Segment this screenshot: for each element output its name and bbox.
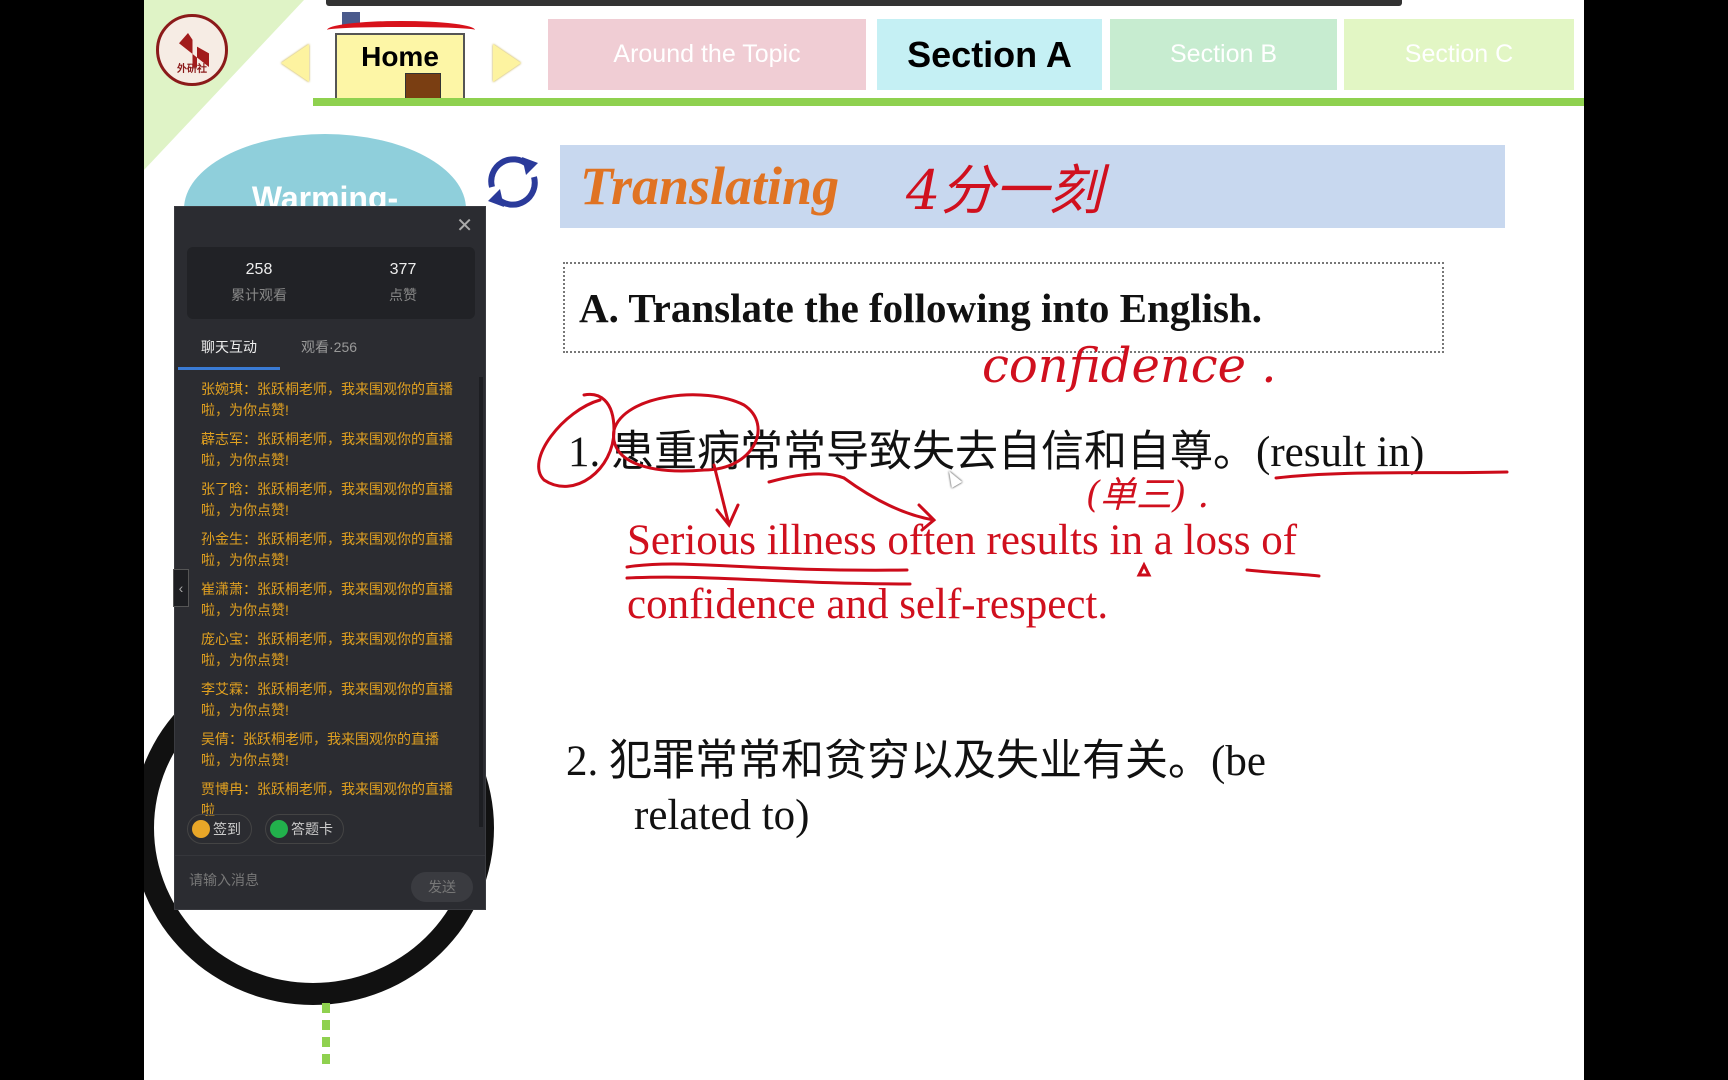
scrollbar[interactable] (479, 377, 483, 827)
stat-total-views: 258 累计观看 (187, 247, 331, 319)
tab-around-the-topic[interactable]: Around the Topic (548, 19, 866, 90)
home-button[interactable]: Home (325, 11, 475, 99)
stat-label: 点赞 (389, 287, 417, 303)
home-label: Home (361, 41, 439, 72)
dashed-line (322, 1003, 330, 1065)
item-1-hint: (result in) (1256, 429, 1425, 476)
nav-underline (313, 98, 1584, 106)
live-chat-panel: ✕ 258 累计观看 377 点赞 聊天互动 观看·256 张婉琪：张跃桐老师，我来… (173, 206, 486, 911)
message-input[interactable]: 请输入消息 (189, 870, 259, 890)
handwritten-note: (单三) . (1086, 475, 1209, 516)
handwritten-confidence: confidence . (982, 338, 1277, 394)
answer-card-label: 答题卡 (291, 821, 333, 837)
stat-value: 377 (389, 261, 417, 278)
collapse-chevron-icon[interactable]: ‹ (173, 569, 189, 607)
answer-card-icon (270, 820, 288, 838)
item-1: 1. 患重病常常导致失去自信和自尊。(result in) (568, 417, 1424, 479)
prev-arrow-icon[interactable] (281, 44, 309, 82)
stat-likes: 377 点赞 (331, 247, 475, 319)
item-2: 2. 犯罪常常和贫穷以及失业有关。(be (566, 726, 1266, 788)
item-1-answer-line-2: confidence and self-respect. (627, 581, 1109, 628)
stat-label: 累计观看 (231, 287, 287, 303)
chat-message: 崔潇萧：张跃桐老师，我来围观你的直播啦，为你点赞! (201, 581, 453, 618)
ink-underline-loss (1245, 568, 1321, 578)
tab-section-b[interactable]: Section B (1110, 19, 1337, 90)
tab-viewers[interactable]: 观看·256 (301, 337, 357, 357)
chat-message: 薜志军：张跃桐老师，我来围观你的直播啦，为你点赞! (201, 431, 453, 468)
chat-message: 张了晗：张跃桐老师，我来围观你的直播啦，为你点赞! (201, 481, 453, 518)
ink-caret (1136, 561, 1152, 577)
chat-tabs: 聊天互动 观看·256 (175, 327, 485, 371)
chat-message: 孙金生：张跃桐老师，我来围观你的直播啦，为你点赞! (201, 531, 453, 568)
stat-value: 258 (245, 261, 273, 278)
refresh-icon (488, 156, 538, 208)
stats-box: 258 累计观看 377 点赞 (187, 247, 475, 319)
item-2-hint-line-2: related to) (634, 792, 810, 839)
checkin-label: 签到 (213, 821, 241, 837)
item-2-hint: (be (1211, 738, 1266, 785)
chat-message: 庞心宝：张跃桐老师，我来围观你的直播啦，为你点赞! (201, 631, 453, 668)
active-tab-indicator (178, 367, 280, 370)
send-button[interactable]: 发送 (411, 872, 473, 902)
item-1-number: 1. (568, 429, 601, 476)
handwritten-title-note: 4分一刻 (906, 159, 1103, 222)
top-bar (326, 0, 1402, 6)
item-1-answer-line-1: Serious illness often results in a loss … (627, 517, 1298, 564)
next-arrow-icon[interactable] (493, 44, 521, 82)
chat-message: 李艾霖：张跃桐老师，我来围观你的直播啦，为你点赞! (201, 681, 453, 718)
message-input-row: 请输入消息 发送 (175, 855, 485, 911)
chat-message: 张婉琪：张跃桐老师，我来围观你的直播啦，为你点赞! (201, 381, 453, 418)
tab-section-c[interactable]: Section C (1344, 19, 1574, 90)
item-2-chinese: 犯罪常常和贫穷以及失业有关。 (609, 738, 1211, 785)
chat-message: 吴倩：张跃桐老师，我来围观你的直播啦，为你点赞! (201, 731, 439, 768)
answer-card-button[interactable]: 答题卡 (265, 814, 344, 844)
slide-title: Translating (580, 156, 840, 216)
publisher-logo: 外研社 (156, 14, 228, 86)
close-icon[interactable]: ✕ (456, 213, 473, 238)
location-icon (192, 820, 210, 838)
checkin-button[interactable]: 签到 (187, 814, 252, 844)
item-2-number: 2. (566, 738, 599, 785)
tab-chat[interactable]: 聊天互动 (201, 337, 257, 357)
logo-text: 外研社 (177, 64, 207, 75)
tab-section-a[interactable]: Section A (877, 19, 1102, 90)
